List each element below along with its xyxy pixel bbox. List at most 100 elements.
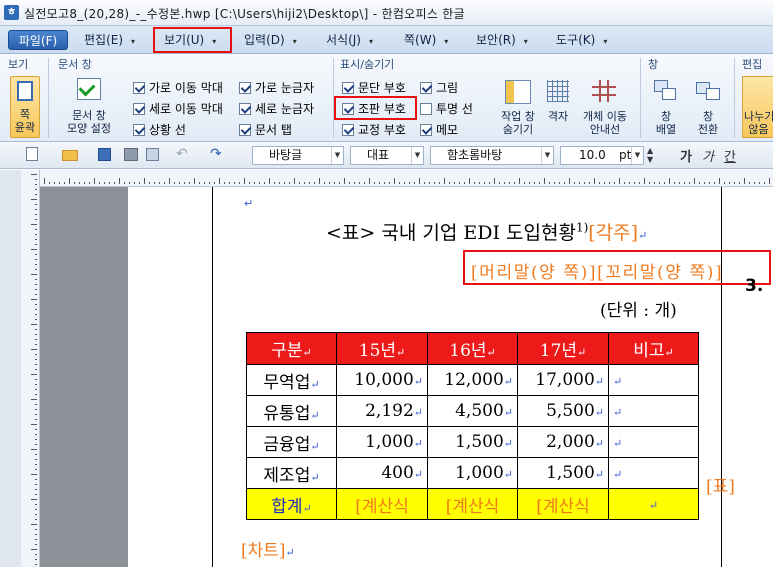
horizontal-ruler[interactable] bbox=[40, 170, 773, 187]
ruler-tick bbox=[204, 182, 205, 184]
ruler-tick bbox=[35, 269, 37, 270]
table-cell[interactable]: [계산식 bbox=[517, 488, 609, 520]
table-cell[interactable]: 12,000↵ bbox=[427, 364, 518, 396]
font-size-select[interactable]: 10.0 pt ▼ bbox=[560, 146, 644, 165]
table-cell[interactable]: ↵ bbox=[608, 364, 699, 396]
menu-file[interactable]: 파일(F) bbox=[8, 30, 68, 50]
menu-security[interactable]: 보안(R) ▾ bbox=[472, 30, 532, 50]
table-cell[interactable]: [계산식 bbox=[336, 488, 428, 520]
header-cell[interactable]: 15년↵ bbox=[336, 332, 428, 365]
window-layout-button[interactable]: 창 배열 bbox=[648, 110, 684, 136]
bold-button[interactable]: 가 bbox=[680, 146, 692, 165]
table-cell[interactable]: 4,500↵ bbox=[427, 395, 518, 427]
ruler-tick bbox=[349, 182, 350, 184]
menu-insert[interactable]: 입력(D) ▾ bbox=[240, 30, 301, 50]
ruler-tick bbox=[769, 178, 770, 184]
table-cell[interactable]: 1,500↵ bbox=[517, 457, 609, 489]
check-vscroll[interactable]: 세로 이동 막대 bbox=[133, 101, 223, 117]
ruler-tick bbox=[54, 182, 55, 184]
open-folder-icon[interactable] bbox=[62, 150, 78, 161]
table-cell[interactable]: 10,000↵ bbox=[336, 364, 428, 396]
ruler-tick bbox=[359, 182, 360, 184]
table-code[interactable]: [표] bbox=[706, 472, 735, 497]
ruler-tick bbox=[209, 182, 210, 184]
ruler-tick bbox=[454, 182, 455, 184]
data-table[interactable]: 구분↵ 15년↵ 16년↵ 17년↵ 비고↵ 무역업↵ 10,000↵ 12,0… bbox=[246, 332, 699, 520]
check-vruler[interactable]: 세로 눈금자 bbox=[239, 101, 314, 117]
ruler-tick bbox=[389, 182, 390, 184]
ruler-tick bbox=[35, 554, 37, 555]
check-status[interactable]: 상황 선 bbox=[133, 122, 186, 138]
formatting-toolbar: ↶ ↷ 바탕글 ▼ 대표 ▼ 함초롬바탕 ▼ 10.0 pt ▼ ▲ ▼ 가 가 간 bbox=[0, 142, 773, 169]
menu-tools[interactable]: 도구(K) ▾ bbox=[552, 30, 611, 50]
check-doc-tab[interactable]: 문서 탭 bbox=[239, 122, 292, 138]
checkbox-icon bbox=[342, 82, 354, 94]
font-select[interactable]: 함초롬바탕 ▼ bbox=[430, 146, 554, 165]
ruler-tick bbox=[104, 182, 105, 184]
grid-button[interactable]: 격자 bbox=[543, 110, 573, 123]
header-cell[interactable]: 16년↵ bbox=[427, 332, 518, 365]
header-cell[interactable]: 비고↵ bbox=[608, 332, 699, 365]
work-window-button[interactable]: 작업 창 숨기기 bbox=[494, 110, 542, 136]
italic-button[interactable]: 가 bbox=[702, 146, 714, 165]
window-switch-button[interactable]: 창 전환 bbox=[688, 110, 728, 136]
check-hscroll[interactable]: 가로 이동 막대 bbox=[133, 80, 223, 96]
check-hruler[interactable]: 가로 눈금자 bbox=[239, 80, 314, 96]
vertical-ruler[interactable] bbox=[21, 170, 40, 567]
table-cell[interactable]: 2,000↵ bbox=[517, 426, 609, 458]
ruler-tick bbox=[374, 182, 375, 184]
table-cell[interactable]: ↵ bbox=[608, 457, 699, 489]
table-cell[interactable]: [계산식 bbox=[427, 488, 518, 520]
table-cell[interactable]: ↵ bbox=[608, 488, 699, 520]
table-cell[interactable]: 400↵ bbox=[336, 457, 428, 489]
ruler-tick bbox=[409, 182, 410, 184]
menu-page[interactable]: 쪽(W) ▾ bbox=[400, 30, 452, 50]
ruler-tick bbox=[654, 182, 655, 184]
save-icon[interactable] bbox=[98, 148, 111, 161]
ruler-tick bbox=[35, 379, 37, 380]
ruler-tick bbox=[35, 359, 37, 360]
chart-code-line[interactable]: [차트]↵ bbox=[241, 536, 295, 561]
object-move-guide-button[interactable]: 개체 이동 안내선 bbox=[576, 110, 634, 136]
table-cell[interactable]: ↵ bbox=[608, 426, 699, 458]
table-cell[interactable]: 2,192↵ bbox=[336, 395, 428, 427]
table-cell[interactable]: 5,500↵ bbox=[517, 395, 609, 427]
print-icon[interactable] bbox=[124, 148, 138, 161]
redo-icon[interactable]: ↷ bbox=[210, 146, 222, 162]
ruler-tick bbox=[574, 182, 575, 184]
check-paragraph-mark[interactable]: 문단 부호 bbox=[342, 80, 406, 96]
ruler-tick bbox=[499, 182, 500, 184]
table-caption[interactable]: <표> 국내 기업 EDI 도입현황1)[각주]↵ bbox=[326, 218, 647, 245]
preview-icon[interactable] bbox=[146, 148, 159, 161]
new-doc-icon[interactable] bbox=[26, 147, 38, 161]
table-cell[interactable]: 1,000↵ bbox=[336, 426, 428, 458]
header-cell[interactable]: 구분↵ bbox=[246, 332, 337, 365]
table-cell[interactable]: 무역업↵ bbox=[246, 364, 337, 396]
style-select[interactable]: 바탕글 ▼ bbox=[252, 146, 344, 165]
table-cell[interactable]: 금융업↵ bbox=[246, 426, 337, 458]
table-cell[interactable]: 제조업↵ bbox=[246, 457, 337, 489]
language-select[interactable]: 대표 ▼ bbox=[350, 146, 424, 165]
undo-icon[interactable]: ↶ bbox=[176, 146, 188, 162]
table-cell[interactable]: 1,500↵ bbox=[427, 426, 518, 458]
check-transparent-line[interactable]: 투명 선 bbox=[420, 101, 473, 117]
table-cell[interactable]: 합계↵ bbox=[246, 488, 337, 520]
ruler-tick bbox=[309, 182, 310, 184]
doc-window-settings-button[interactable]: 문서 창 모양 설정 bbox=[58, 109, 120, 135]
size-spinner[interactable]: ▲ ▼ bbox=[647, 146, 653, 164]
ruler-tick bbox=[199, 182, 200, 184]
ruler-tick bbox=[594, 178, 595, 184]
header-cell[interactable]: 17년↵ bbox=[517, 332, 609, 365]
underline-button[interactable]: 간 bbox=[724, 146, 736, 165]
table-cell[interactable]: 17,000↵ bbox=[517, 364, 609, 396]
check-memo[interactable]: 메모 bbox=[420, 122, 458, 138]
ruler-tick bbox=[539, 182, 540, 184]
menu-edit[interactable]: 편집(E) ▾ bbox=[80, 30, 139, 50]
check-picture[interactable]: 그림 bbox=[420, 80, 458, 96]
table-cell[interactable]: ↵ bbox=[608, 395, 699, 427]
divider bbox=[640, 58, 641, 138]
menu-format[interactable]: 서식(J) ▾ bbox=[322, 30, 377, 50]
check-proof-mark[interactable]: 교정 부호 bbox=[342, 122, 406, 138]
table-cell[interactable]: 유통업↵ bbox=[246, 395, 337, 427]
table-cell[interactable]: 1,000↵ bbox=[427, 457, 518, 489]
